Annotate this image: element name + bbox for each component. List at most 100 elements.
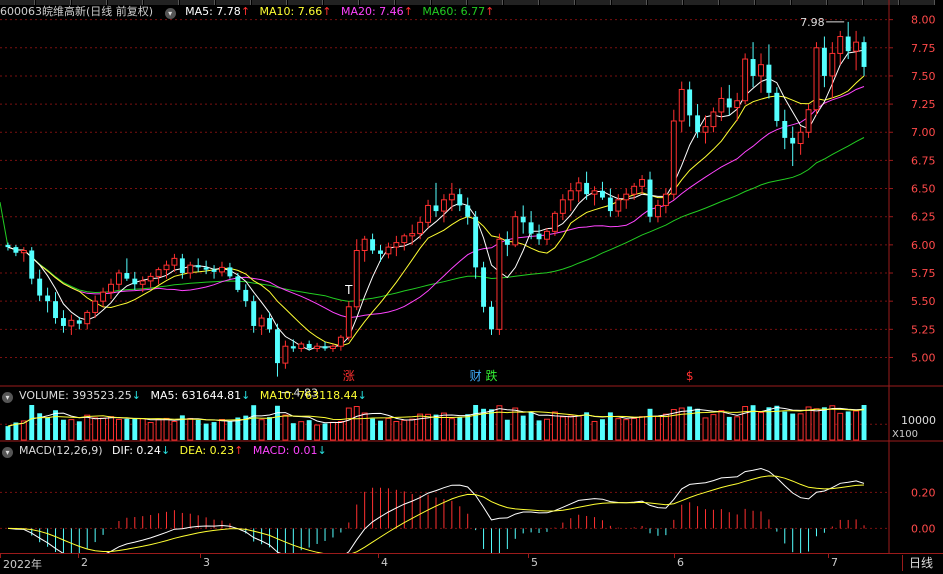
x-axis-label: 2022年: [3, 558, 42, 571]
ma20-label: MA20: 7.46↑: [340, 5, 413, 18]
candle-body: [227, 267, 233, 277]
macd-tick-label: 0.20: [911, 486, 936, 499]
volume-bar: [536, 420, 542, 440]
candle-body: [718, 97, 725, 113]
candle-body: [329, 345, 336, 349]
volume-bar: [520, 415, 526, 440]
volume-bar: [489, 409, 494, 440]
candle-body: [829, 52, 836, 77]
chart-mode: (日线 前复权): [86, 5, 154, 18]
high-price-label: 7.98: [800, 16, 825, 29]
volume-bar: [600, 419, 605, 440]
candle-body: [322, 346, 328, 349]
candle-body: [132, 278, 138, 285]
volume-bar: [92, 417, 99, 441]
x-axis-tick: [828, 554, 829, 558]
volume-bar: [465, 414, 471, 440]
candle-body: [623, 193, 630, 201]
candle-body: [258, 317, 265, 327]
macd-settings-icon[interactable]: ▾: [2, 447, 13, 458]
candle-body: [314, 345, 321, 349]
volume-bar: [473, 405, 479, 440]
candle-body: [528, 222, 534, 234]
candle-body: [591, 190, 598, 195]
volume-bar: [797, 413, 804, 441]
price-tick-label: 5.75: [911, 267, 936, 280]
volume-bar: [702, 417, 709, 441]
candle-body: [457, 194, 463, 206]
volume-bar: [591, 420, 598, 441]
stock-name: 皖维高新: [42, 5, 86, 18]
candle-body: [544, 230, 550, 240]
volume-bar: [662, 413, 669, 441]
volume-bar: [631, 417, 638, 441]
volume-scale-label: X100: [892, 429, 918, 440]
candle-body: [155, 269, 162, 277]
x-axis-tick: [200, 554, 201, 558]
volume-settings-icon[interactable]: ▾: [2, 392, 13, 403]
volume-bar: [68, 419, 75, 441]
ma60-line: [0, 137, 865, 302]
macd-panel-header: ▾ MACD(12,26,9) DIF: 0.24↓ DEA: 0.23↑ MAC…: [0, 443, 333, 459]
candle-body: [139, 280, 146, 285]
price-tick-label: 7.00: [911, 126, 936, 139]
candle-body: [147, 275, 154, 282]
x-axis-tick: [674, 554, 675, 558]
candle-body: [750, 59, 756, 76]
volume-bar: [84, 414, 91, 441]
volume-bar: [528, 412, 534, 440]
macd-label: MACD(12,26,9): [19, 444, 103, 457]
candle-body: [163, 264, 170, 271]
candle-body: [282, 345, 289, 364]
volume-bar: [829, 405, 836, 441]
volume-bar: [695, 408, 701, 440]
candle-body: [797, 131, 804, 145]
candle-body: [76, 320, 82, 324]
candle-body: [370, 239, 376, 251]
volume-bar: [805, 406, 812, 441]
stock-chart: 8.00 7.75 7.50 7.25 7.00 6.75 6.50 6.25 6.00 5.75…: [0, 0, 943, 553]
volume-bar: [361, 412, 368, 441]
candle-body: [496, 238, 503, 330]
candle-body: [275, 329, 280, 364]
volume-bar: [290, 423, 296, 440]
candle-body: [251, 301, 257, 326]
candle-body: [734, 100, 741, 108]
volume-bar: [108, 416, 114, 441]
candle-body: [575, 182, 582, 192]
volume-bar: [750, 405, 756, 440]
candle-body: [378, 250, 383, 254]
ma10-label: MA10: 7.66↑: [259, 5, 332, 18]
volume-bar: [314, 424, 321, 441]
event-marker: $: [686, 369, 694, 383]
x-axis-label: 6: [677, 556, 684, 569]
volume-bar: [139, 418, 146, 441]
candle-body: [512, 216, 519, 246]
volume-bar: [53, 410, 58, 440]
candle-body: [187, 264, 194, 274]
candle-body: [473, 216, 479, 268]
candle-body: [385, 246, 392, 255]
x-axis-tick: [0, 554, 1, 558]
candle-body: [805, 109, 812, 133]
candle-body: [53, 301, 58, 319]
price-tick-label: 7.75: [911, 42, 936, 55]
volume-bar: [734, 416, 741, 441]
price-tick-label: 6.00: [911, 239, 936, 252]
macd-value-label: MACD: 0.01↓: [252, 444, 327, 457]
candle-body: [267, 318, 272, 330]
candle-body: [758, 64, 764, 77]
volume-bar: [409, 418, 416, 441]
volume-bar: [171, 421, 178, 441]
volume-bar: [306, 420, 312, 440]
candle-body: [584, 182, 590, 195]
candle-body: [433, 205, 439, 212]
volume-bar: [559, 416, 566, 441]
settings-toggle-icon[interactable]: ▾: [164, 8, 176, 19]
volume-bar: [782, 411, 788, 440]
period-button[interactable]: 日线: [901, 555, 939, 571]
price-panel-header: 600063皖维高新(日线 前复权) ▾ MA5: 7.78↑ MA10: 7.…: [0, 4, 500, 20]
candle-body: [401, 235, 408, 244]
candle-body: [298, 343, 305, 349]
volume-bar: [219, 418, 225, 441]
